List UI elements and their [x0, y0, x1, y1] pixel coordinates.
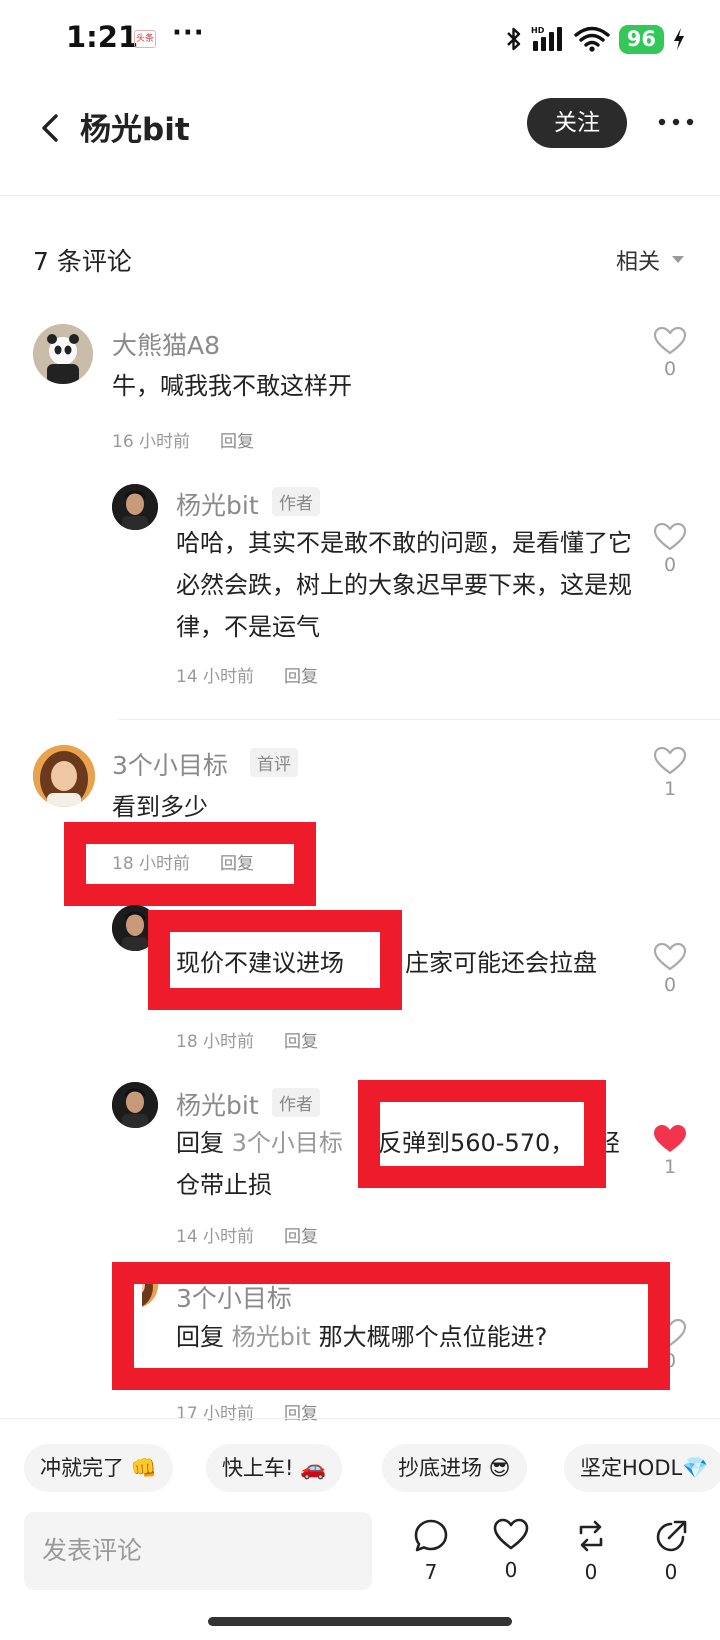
heart-outline-icon — [653, 746, 687, 775]
comment-meta: 14 小时前 回复 — [176, 662, 318, 687]
first-comment-badge: 首评 — [250, 748, 298, 777]
comments-count: 7 — [424, 1560, 438, 1584]
status-bar: 1:21 头条 ··· HD 96 — [0, 0, 720, 80]
like-button[interactable]: 0 — [650, 326, 690, 380]
reply-button[interactable]: 回复 — [284, 1227, 318, 1247]
share-icon — [656, 1520, 687, 1552]
like-action[interactable]: 0 — [484, 1518, 538, 1582]
repost-icon — [579, 1520, 603, 1552]
charging-icon — [674, 28, 684, 50]
reply-button[interactable]: 回复 — [284, 1404, 318, 1424]
comment-text: 哈哈，其实不是敢不敢的问题，是看懂了它必然会跌，树上的大象迟早要下来，这是规律，… — [176, 529, 632, 641]
comment-meta: 17 小时前 回复 — [176, 1399, 318, 1424]
reposts-count: 0 — [584, 1560, 598, 1584]
quick-reply-chip[interactable]: 抄底进场 😎 — [382, 1444, 527, 1492]
comment-text: 仓带止损 — [176, 1171, 272, 1199]
follow-button[interactable]: 关注 — [527, 98, 627, 148]
app-notification-icon: 头条 — [134, 30, 156, 48]
repost-action[interactable]: 0 — [564, 1518, 618, 1584]
like-button[interactable]: 0 — [650, 522, 690, 576]
heart-filled-icon — [654, 1125, 686, 1152]
like-count: 1 — [663, 1156, 677, 1178]
comment-text: 回复 3个小目标 — [176, 1122, 343, 1164]
quick-reply-bar: 冲就完了 👊 快上车! 🚗 抄底进场 😎 坚定HODL💎 — [24, 1444, 720, 1492]
comment-time: 16 小时前 — [112, 432, 191, 452]
like-button[interactable]: 1 — [650, 1124, 690, 1178]
like-count: 0 — [663, 554, 677, 576]
highlight-box — [358, 1080, 606, 1188]
status-icons: HD 96 — [505, 22, 686, 56]
heart-outline-icon — [653, 942, 687, 971]
avatar-user[interactable] — [33, 745, 95, 807]
comment-time: 14 小时前 — [176, 667, 255, 687]
highlight-box — [148, 910, 402, 1010]
reply-button[interactable]: 回复 — [220, 432, 254, 452]
status-time: 1:21 — [66, 20, 139, 54]
comment-meta: 16 小时前 回复 — [112, 427, 254, 452]
comment-author[interactable]: 大熊猫A8 — [112, 326, 220, 362]
page-title: 杨光bit — [80, 112, 190, 148]
comment-author[interactable]: 3个小目标 — [112, 746, 228, 782]
heart-outline-icon — [653, 326, 687, 355]
comment-time: 14 小时前 — [176, 1227, 255, 1247]
comment-author[interactable]: 杨光bit — [176, 486, 259, 522]
quick-reply-chip[interactable]: 冲就完了 👊 — [24, 1444, 173, 1492]
comment-count: 7 条评论 — [33, 247, 132, 276]
more-options-icon[interactable] — [656, 102, 696, 142]
more-notifications-indicator: ··· — [172, 18, 205, 48]
likes-count: 0 — [504, 1558, 518, 1582]
mention-link[interactable]: 3个小目标 — [232, 1129, 343, 1157]
comment-meta: 18 小时前 回复 — [176, 1027, 318, 1052]
avatar-author[interactable] — [112, 1082, 158, 1128]
comment-bubble-icon — [414, 1519, 448, 1552]
comments-action[interactable]: 7 — [404, 1518, 458, 1584]
share-action[interactable]: 0 — [644, 1518, 698, 1584]
avatar-panda[interactable] — [33, 324, 93, 384]
author-badge: 作者 — [272, 487, 320, 516]
comment-divider — [118, 719, 720, 720]
cellular-signal-icon: HD — [531, 26, 562, 51]
comment-input[interactable]: 发表评论 — [24, 1512, 372, 1590]
like-button[interactable]: 1 — [650, 746, 690, 800]
reply-button[interactable]: 回复 — [284, 1032, 318, 1052]
like-count: 0 — [663, 974, 677, 996]
home-indicator[interactable] — [208, 1617, 512, 1626]
comment-meta: 14 小时前 回复 — [176, 1222, 318, 1247]
reply-button[interactable]: 回复 — [284, 667, 318, 687]
like-button[interactable]: 0 — [650, 942, 690, 996]
sort-dropdown[interactable]: 相关 — [616, 244, 660, 276]
avatar-author[interactable] — [112, 484, 158, 530]
heart-outline-icon — [493, 1518, 529, 1550]
comment-author[interactable]: 杨光bit — [176, 1086, 259, 1122]
svg-text:HD: HD — [531, 26, 545, 35]
quick-reply-chip[interactable]: 快上车! 🚗 — [206, 1444, 343, 1492]
heart-outline-icon — [653, 522, 687, 551]
header-bar: 杨光bit 关注 — [0, 80, 720, 196]
bottom-divider — [0, 1418, 720, 1419]
wifi-icon — [574, 26, 610, 52]
highlight-box — [64, 822, 316, 906]
comment-time: 17 小时前 — [176, 1404, 255, 1424]
like-count: 0 — [663, 358, 677, 380]
quick-reply-chip[interactable]: 坚定HODL💎 — [564, 1444, 720, 1492]
reply-prefix: 回复 — [176, 1129, 224, 1157]
battery-indicator: 96 — [618, 24, 664, 54]
comment-text: 牛，喊我我不敢这样开 — [112, 372, 352, 400]
comment-time: 18 小时前 — [176, 1032, 255, 1052]
shares-count: 0 — [664, 1560, 678, 1584]
chevron-down-icon[interactable] — [672, 256, 684, 263]
highlight-box — [112, 1262, 670, 1390]
bluetooth-icon — [506, 27, 520, 51]
like-count: 1 — [663, 778, 677, 800]
comment-text: 庄家可能还会拉盘 — [405, 949, 597, 977]
author-badge: 作者 — [272, 1088, 320, 1117]
back-arrow-icon[interactable] — [36, 106, 66, 150]
